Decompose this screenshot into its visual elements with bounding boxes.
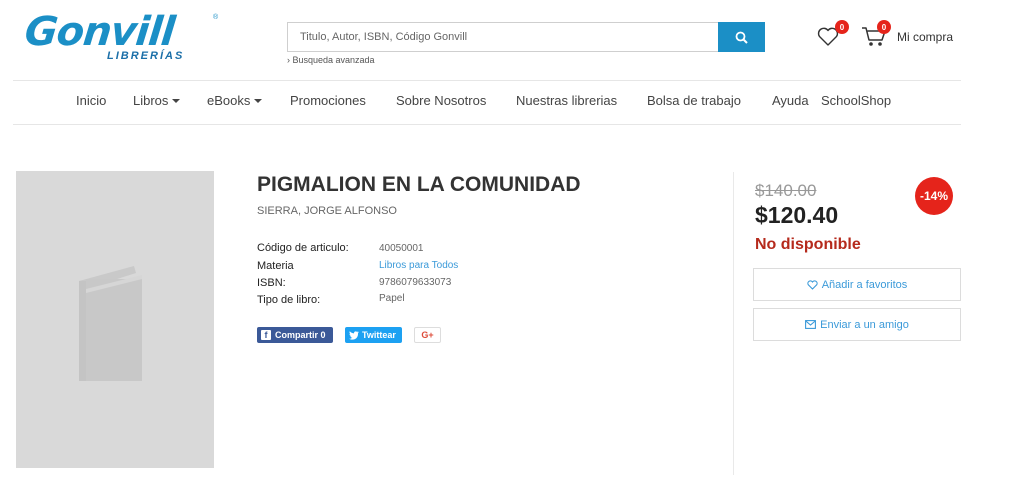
nav-item-libros[interactable]: Libros [133, 93, 181, 108]
send-to-friend-button[interactable]: Enviar a un amigo [753, 308, 961, 341]
nav-item-label: eBooks [207, 93, 251, 108]
search-field[interactable] [287, 22, 719, 52]
book-icon [79, 266, 142, 381]
nav-item-label: Libros [133, 93, 169, 108]
add-to-favorites-label: Añadir a favoritos [821, 278, 908, 291]
product-title: PIGMALION EN LA COMUNIDAD [257, 173, 581, 196]
nav-item-bolsa-de-trabajo[interactable]: Bolsa de trabajo [647, 93, 741, 108]
nav-item-ayuda[interactable]: Ayuda [772, 93, 809, 108]
cart-button[interactable]: 0 [860, 20, 891, 48]
cart-label[interactable]: Mi compra [897, 30, 953, 44]
add-to-favorites-button[interactable]: Añadir a favoritos [753, 268, 961, 301]
detail-value-isbn: 9786079633073 [379, 277, 452, 288]
gonvill-logo[interactable]: Gonvill ® LIBRERÍAS [22, 9, 220, 65]
nav-divider-bottom [13, 124, 961, 125]
favorites-button[interactable]: 0 [816, 20, 849, 46]
search-button[interactable] [718, 22, 765, 52]
nav-item-sobre-nosotros[interactable]: Sobre Nosotros [396, 93, 486, 108]
column-divider [733, 172, 734, 475]
twitter-icon [349, 330, 359, 340]
google-plus-share-button[interactable]: G+ [414, 327, 441, 343]
favorites-count-badge: 0 [835, 20, 849, 34]
availability-status: No disponible [755, 236, 861, 253]
send-to-friend-label: Enviar a un amigo [820, 318, 909, 331]
logo-subtitle: LIBRERÍAS [107, 50, 185, 62]
caret-down-icon [172, 98, 181, 103]
detail-value-codigo: 40050001 [379, 243, 424, 254]
nav-item-nuestras-librerias[interactable]: Nuestras librerias [516, 93, 617, 108]
heart-icon [807, 279, 818, 290]
facebook-share-button[interactable]: f Compartir 0 [257, 327, 333, 343]
search-icon [735, 31, 748, 44]
facebook-share-label: Compartir 0 [275, 330, 326, 340]
nav-item-promociones[interactable]: Promociones [290, 93, 366, 108]
search-input[interactable] [288, 23, 719, 51]
advanced-search-link[interactable]: › Busqueda avanzada [287, 55, 375, 65]
cart-count-badge: 0 [877, 20, 891, 34]
current-price: $120.40 [755, 202, 839, 228]
detail-value-tipo: Papel [379, 293, 405, 304]
facebook-icon: f [261, 330, 271, 340]
caret-down-icon [254, 98, 263, 103]
twitter-share-button[interactable]: Twittear [345, 327, 402, 343]
discount-badge: -14% [915, 177, 953, 215]
nav-item-schoolshop[interactable]: SchoolShop [821, 93, 891, 108]
logo-wordmark: Gonvill [22, 9, 177, 55]
product-author[interactable]: SIERRA, JORGE ALFONSO [257, 205, 397, 217]
product-cover-placeholder [16, 171, 214, 468]
twitter-share-label: Twittear [362, 330, 396, 340]
detail-label-tipo: Tipo de libro: [257, 294, 321, 306]
detail-value-materia-link[interactable]: Libros para Todos [379, 260, 458, 271]
nav-item-inicio[interactable]: Inicio [76, 93, 106, 108]
detail-label-materia: Materia [257, 260, 294, 272]
logo-registered-mark: ® [213, 14, 219, 21]
envelope-icon [805, 320, 817, 329]
detail-label-codigo: Código de articulo: [257, 242, 349, 254]
detail-label-isbn: ISBN: [257, 277, 286, 289]
nav-divider-top [13, 80, 961, 81]
nav-item-ebooks[interactable]: eBooks [207, 93, 263, 108]
original-price: $140.00 [755, 181, 817, 200]
